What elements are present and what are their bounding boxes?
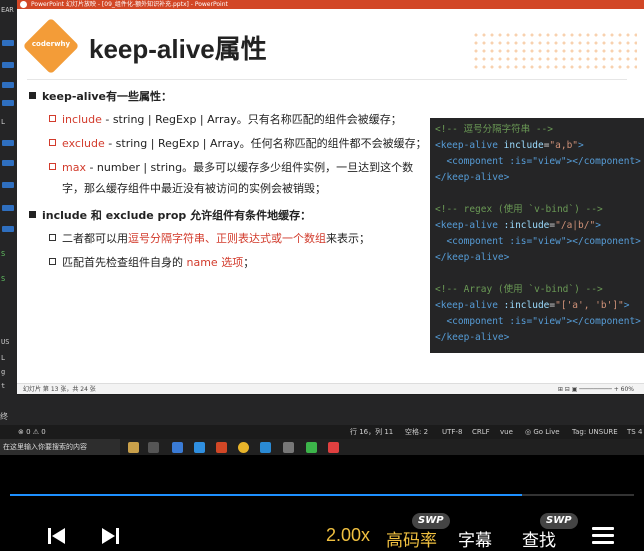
code-line: <component :is="view"></component> xyxy=(435,316,641,327)
sub-bullet-include: include - string | RegExp | Array。只有名称匹配… xyxy=(49,112,402,127)
file-icon[interactable] xyxy=(2,82,14,88)
window-title: PowerPoint 幻灯片放映 - [09_组件化-额外知识补充.pptx] … xyxy=(31,1,228,8)
tag-status[interactable]: Tag: UNSURE xyxy=(572,425,618,439)
square-bullet-icon xyxy=(29,211,36,218)
sub-bullet-name: 匹配首先检查组件自身的 name 选项； xyxy=(49,255,254,270)
strip-label: L xyxy=(1,118,6,126)
code-block: <!-- 逗号分隔字符串 --> <keep-alive include="a,b… xyxy=(430,118,644,353)
file-icon[interactable] xyxy=(2,62,14,68)
file-icon[interactable] xyxy=(2,140,14,146)
playback-speed[interactable]: 2.00x xyxy=(326,525,370,546)
cursor-position[interactable]: 行 16，列 11 xyxy=(350,425,393,439)
problems-indicator[interactable]: ⊗ 0 ⚠ 0 xyxy=(18,425,46,439)
slide-title: keep-alive属性 xyxy=(89,34,267,64)
code-line: </keep-alive> xyxy=(435,332,510,343)
windows-taskbar: 在这里输入你要搜索的内容 xyxy=(0,439,644,455)
app-icon[interactable] xyxy=(194,442,205,453)
panel-label: 终 xyxy=(0,412,8,421)
code-line: <component :is="view"></component> xyxy=(435,156,641,167)
file-icon[interactable] xyxy=(2,160,14,166)
menu-icon[interactable] xyxy=(592,527,614,545)
encoding[interactable]: UTF-8 xyxy=(442,425,462,439)
app-icon[interactable] xyxy=(283,442,294,453)
tool-icon[interactable] xyxy=(128,442,139,453)
code-line: <!-- regex (使用 `v-bind`) --> xyxy=(435,204,603,215)
header-divider xyxy=(27,79,627,80)
code-line: </keep-alive> xyxy=(435,172,510,183)
bitrate-button[interactable]: 高码率 xyxy=(386,526,437,551)
code-line: <keep-alive :include="/a|b/"> xyxy=(435,220,601,231)
square-bullet-icon xyxy=(49,139,56,146)
strip-label: t xyxy=(1,382,6,390)
powerpoint-icon xyxy=(20,1,27,8)
dot-pattern-decoration xyxy=(472,31,637,71)
code-line: <keep-alive :include="['a', 'b']"> xyxy=(435,300,630,311)
file-icon[interactable] xyxy=(2,100,14,106)
app-icon[interactable] xyxy=(306,442,317,453)
sub-bullet-max-cont: 字，那么缓存组件中最近没有被访问的实例会被销毁； xyxy=(62,182,326,195)
powerpoint-titlebar: PowerPoint 幻灯片放映 - [09_组件化-额外知识补充.pptx] … xyxy=(17,0,644,9)
logo-text: coderwhy xyxy=(31,40,71,48)
code-line: <component :is="view"></component> xyxy=(435,236,641,247)
strip-label: g xyxy=(1,368,6,376)
file-icon[interactable] xyxy=(2,40,14,46)
video-player-controls: 2.00x SWP 高码率 字幕 SWP 查找 xyxy=(0,456,644,551)
strip-label: US xyxy=(1,338,10,346)
code-line: <keep-alive include="a,b"> xyxy=(435,140,584,151)
powerpoint-statusbar: 幻灯片 第 13 张，共 24 张 ⊞ ⊟ ▣ ───────── + 60% xyxy=(17,383,644,394)
go-live-button[interactable]: ◎ Go Live xyxy=(525,425,560,439)
strip-label: S xyxy=(1,275,6,283)
next-icon[interactable] xyxy=(101,527,119,545)
zoom-controls[interactable]: ⊞ ⊟ ▣ ───────── + 60% xyxy=(558,384,634,395)
app-icon[interactable] xyxy=(328,442,339,453)
vscode-statusbar: ⊗ 0 ⚠ 0 行 16，列 11 空格: 2 UTF-8 CRLF vue ◎… xyxy=(0,425,644,439)
sub-bullet-exclude: exclude - string | RegExp | Array。任何名称匹配… xyxy=(49,136,427,151)
sub-bullet-formats: 二者都可以用逗号分隔字符串、正则表达式或一个数组来表示； xyxy=(49,231,370,246)
code-line: </keep-alive> xyxy=(435,252,510,263)
file-icon[interactable] xyxy=(2,182,14,188)
code-line: <!-- Array (使用 `v-bind`) --> xyxy=(435,284,603,295)
find-button[interactable]: 查找 xyxy=(522,526,556,551)
square-bullet-icon xyxy=(49,234,56,241)
taskbar-search[interactable]: 在这里输入你要搜索的内容 xyxy=(0,439,120,455)
bullet-attributes: keep-alive有一些属性： xyxy=(29,89,172,104)
vscode-panel: 终 xyxy=(0,395,644,425)
language-mode[interactable]: vue xyxy=(500,425,513,439)
indent-setting[interactable]: 空格: 2 xyxy=(405,425,428,439)
strip-label: S xyxy=(1,250,6,258)
line-ending[interactable]: CRLF xyxy=(472,425,490,439)
strip-label: EAR xyxy=(1,6,14,14)
square-bullet-icon xyxy=(49,258,56,265)
screen: EAR L S S US L g t PowerPoint 幻灯片放映 - [0… xyxy=(0,0,644,455)
square-bullet-icon xyxy=(29,92,36,99)
activity-strip: EAR L S S US L g t xyxy=(0,0,17,455)
powerpoint-taskbar-icon[interactable] xyxy=(216,442,227,453)
square-bullet-icon xyxy=(49,163,56,170)
progress-fill xyxy=(10,494,522,496)
app-icon[interactable] xyxy=(148,442,159,453)
square-bullet-icon xyxy=(49,115,56,122)
code-line: <!-- 逗号分隔字符串 --> xyxy=(435,124,553,135)
subtitle-button[interactable]: 字幕 xyxy=(458,526,492,551)
vscode-icon[interactable] xyxy=(260,442,271,453)
slide-counter: 幻灯片 第 13 张，共 24 张 xyxy=(23,386,96,393)
strip-label: L xyxy=(1,354,6,362)
sub-bullet-max: max - number | string。最多可以缓存多少组件实例，一旦达到这… xyxy=(49,160,413,175)
ts-version[interactable]: TS 4 xyxy=(627,425,642,439)
file-icon[interactable] xyxy=(2,226,14,232)
chrome-icon[interactable] xyxy=(238,442,249,453)
app-icon[interactable] xyxy=(172,442,183,453)
previous-icon[interactable] xyxy=(48,527,66,545)
bullet-conditional: include 和 exclude prop 允许组件有条件地缓存： xyxy=(29,208,311,223)
file-icon[interactable] xyxy=(2,205,14,211)
slide-header: coderwhy keep-alive属性 xyxy=(17,9,644,81)
